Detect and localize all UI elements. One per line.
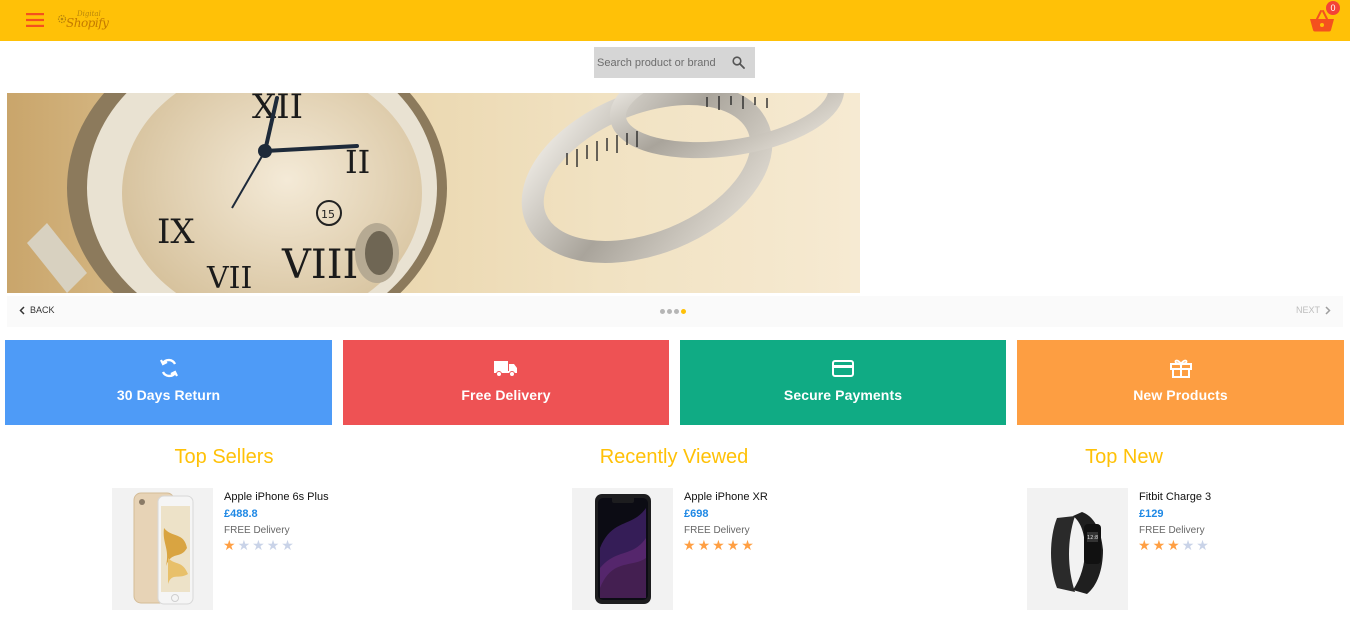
carousel-next-button[interactable]: NEXT (1296, 305, 1331, 315)
feature-label-returns: 30 Days Return (116, 387, 221, 403)
star-icon: ★ (237, 537, 251, 553)
star-icon: ★ (697, 537, 711, 553)
svg-text:VII: VII (206, 261, 252, 293)
hamburger-menu-icon (26, 13, 44, 27)
banner-watch-rings-image: XII II VIII IX VII 15 (7, 93, 860, 293)
product-delivery: FREE Delivery (224, 525, 290, 536)
carousel-next-label: NEXT (1295, 305, 1320, 315)
product-image-iphone-6s-plus[interactable] (112, 488, 213, 610)
feature-label-new-products: New Products (1133, 387, 1228, 403)
search-input[interactable] (594, 47, 722, 78)
svg-text:12:8: 12:8 (1087, 535, 1098, 541)
logo-big-text: Shopify (66, 16, 109, 30)
search-icon (732, 56, 745, 69)
menu-button[interactable] (17, 5, 53, 35)
carousel-dot[interactable] (667, 309, 672, 314)
product-price: £488.8 (224, 508, 258, 520)
svg-text:IX: IX (157, 212, 195, 252)
star-icon: ★ (281, 537, 294, 553)
star-icon: ★ (1138, 537, 1151, 553)
product-image-iphone-xr[interactable] (572, 488, 673, 610)
search-button[interactable] (722, 47, 755, 78)
product-card-top-new[interactable]: 12:8 Fitbit Charge 3 £129 FREE Delivery … (1027, 488, 1287, 610)
site-logo[interactable]: Digital Shopify (57, 10, 117, 31)
star-icon: ★ (726, 537, 740, 553)
star-icon: ★ (741, 537, 754, 553)
feature-tile-new-products[interactable]: New Products (1017, 340, 1344, 425)
section-title-top-sellers: Top Sellers (174, 446, 274, 468)
top-app-bar: Digital Shopify 0 (0, 0, 1350, 41)
chevron-left-icon (19, 305, 25, 315)
carousel-back-label: BACK (30, 305, 55, 315)
star-icon: ★ (1181, 537, 1195, 553)
product-rating: ★ ★ ★ ★ ★ (683, 538, 754, 552)
product-price: £129 (1139, 508, 1164, 520)
banner-image: XII II VIII IX VII 15 (7, 93, 860, 293)
svg-text:15: 15 (321, 208, 335, 221)
star-icon: ★ (223, 537, 236, 553)
star-icon: ★ (1167, 537, 1180, 553)
star-icon: ★ (1196, 537, 1209, 553)
product-price: £698 (684, 508, 709, 520)
refresh-icon (159, 358, 178, 378)
product-name[interactable]: Apple iPhone 6s Plus (224, 491, 329, 503)
product-delivery: FREE Delivery (1139, 525, 1205, 536)
fitbit-charge-3-image: 12:8 (1051, 512, 1103, 594)
section-title-top-new: Top New (1085, 446, 1163, 468)
feature-tile-returns[interactable]: 30 Days Return (5, 340, 332, 425)
product-name[interactable]: Fitbit Charge 3 (1139, 491, 1211, 503)
star-icon: ★ (266, 537, 280, 553)
carousel-dots (660, 309, 686, 314)
star-icon: ★ (712, 537, 725, 553)
carousel-dot[interactable] (681, 309, 686, 314)
cart-count-badge: 0 (1326, 1, 1340, 15)
carousel-dot[interactable] (674, 309, 679, 314)
feature-label-delivery: Free Delivery (461, 387, 551, 403)
product-name[interactable]: Apple iPhone XR (684, 491, 768, 503)
product-card-recently-viewed[interactable]: Apple iPhone XR £698 FREE Delivery ★ ★ ★ ★ ★ (572, 488, 832, 610)
carousel-dot[interactable] (660, 309, 665, 314)
search-bar (594, 47, 755, 78)
chevron-right-icon (1325, 305, 1331, 315)
iphone-xr-image (595, 494, 651, 604)
product-delivery: FREE Delivery (684, 525, 750, 536)
feature-label-payments: Secure Payments (783, 387, 903, 403)
product-rating: ★ ★ ★ ★ ★ (1138, 538, 1209, 552)
section-title-recently-viewed: Recently Viewed (599, 446, 749, 468)
feature-tile-payments[interactable]: Secure Payments (680, 340, 1006, 425)
star-icon: ★ (683, 537, 696, 553)
carousel-back-button[interactable]: BACK (19, 305, 55, 315)
truck-icon (494, 361, 517, 377)
product-card-top-sellers[interactable]: Apple iPhone 6s Plus £488.8 FREE Deliver… (112, 488, 372, 610)
star-icon: ★ (1152, 537, 1166, 553)
svg-text:II: II (345, 143, 370, 181)
product-image-fitbit-charge-3[interactable]: 12:8 (1027, 488, 1128, 610)
gift-icon (1169, 359, 1192, 378)
svg-text:VIII: VIII (281, 242, 358, 288)
credit-card-icon (832, 359, 854, 377)
feature-tile-delivery[interactable]: Free Delivery (343, 340, 669, 425)
star-icon: ★ (252, 537, 265, 553)
product-rating: ★ ★ ★ ★ ★ (223, 538, 294, 552)
carousel-navigation: BACK NEXT (7, 296, 1343, 327)
iphone-6s-plus-image (133, 492, 194, 605)
